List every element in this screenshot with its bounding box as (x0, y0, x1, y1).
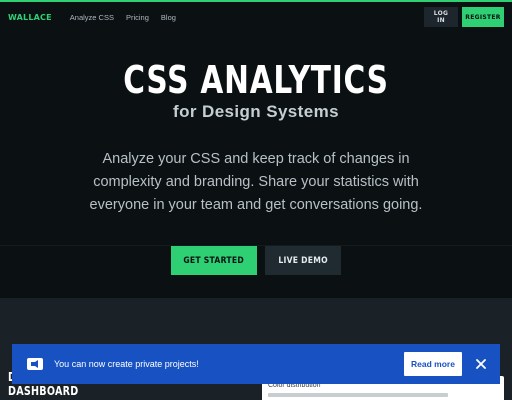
hero-subtitle: for Design Systems (173, 102, 339, 121)
login-button[interactable]: LOG IN (424, 7, 458, 27)
register-button[interactable]: REGISTER (462, 7, 504, 27)
close-icon[interactable] (474, 357, 488, 371)
live-demo-label: LIVE DEMO (278, 255, 328, 266)
get-started-label: GET STARTED (183, 255, 245, 266)
cta-row: GET STARTED LIVE DEMO (0, 246, 512, 275)
toast-message: You can now create private projects! (54, 359, 199, 369)
nav-link-blog[interactable]: Blog (161, 13, 176, 22)
hero-description: Analyze your CSS and keep track of chang… (89, 151, 423, 213)
megaphone-icon (26, 357, 44, 371)
nav-links: Analyze CSS Pricing Blog (70, 13, 176, 22)
logo[interactable]: WALLACE (8, 13, 52, 22)
dashboard-heading-line2: DASHBOARD (8, 384, 79, 398)
nav-link-pricing[interactable]: Pricing (126, 13, 149, 22)
notification-toast: You can now create private projects! Rea… (12, 344, 500, 384)
nav-actions: LOG IN REGISTER (424, 7, 504, 27)
live-demo-button[interactable]: LIVE DEMO (265, 246, 341, 275)
get-started-button[interactable]: GET STARTED (171, 246, 257, 275)
nav-link-analyze-css[interactable]: Analyze CSS (70, 13, 114, 22)
hero-section: CSS ANALYTICS for Design Systems Analyze… (0, 32, 512, 246)
top-nav: WALLACE Analyze CSS Pricing Blog LOG IN … (0, 2, 512, 32)
hero-title: CSS ANALYTICS (123, 58, 389, 102)
color-distribution-text-placeholder (268, 393, 448, 397)
read-more-button[interactable]: Read more (404, 352, 462, 376)
